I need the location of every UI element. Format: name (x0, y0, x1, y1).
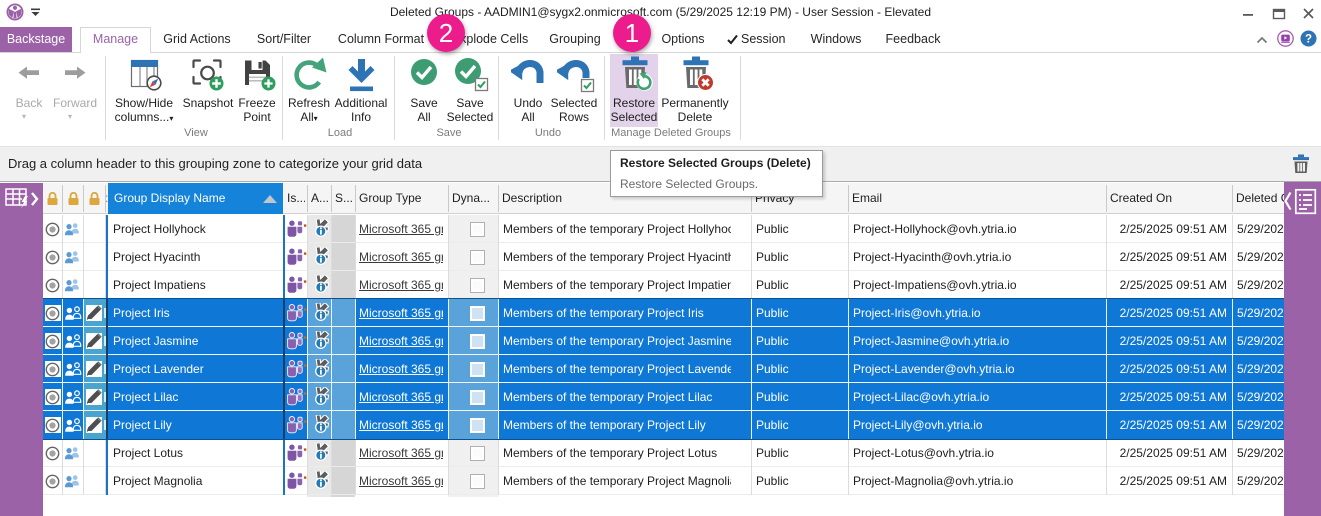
svg-text:?: ? (1305, 34, 1312, 46)
